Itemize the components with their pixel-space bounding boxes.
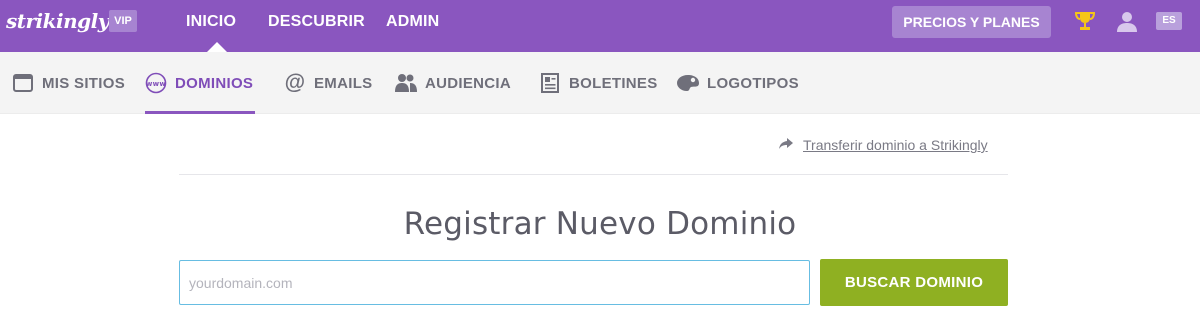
palette-icon <box>677 72 699 94</box>
tab-logotipos[interactable]: LOGOTIPOS <box>677 52 799 114</box>
people-icon <box>395 72 417 94</box>
browser-window-icon <box>12 72 34 94</box>
share-arrow-icon <box>779 137 793 153</box>
newsletter-icon <box>539 72 561 94</box>
tab-label: LOGOTIPOS <box>707 74 799 92</box>
tab-audiencia[interactable]: AUDIENCIA <box>395 52 511 114</box>
search-domain-button[interactable]: BUSCAR DOMINIO <box>820 259 1008 306</box>
active-nav-caret <box>207 42 227 52</box>
tab-label: EMAILS <box>314 74 373 92</box>
divider <box>179 174 1008 175</box>
tab-label: AUDIENCIA <box>425 74 512 92</box>
transfer-domain-link[interactable]: Transferir dominio a Strikingly <box>779 137 988 153</box>
top-bar: strikingly VIP INICIO DESCUBRIR ADMIN PR… <box>0 0 1200 52</box>
language-selector[interactable]: ES <box>1156 12 1182 30</box>
tab-emails[interactable]: @ EMAILS <box>284 52 373 114</box>
user-icon[interactable] <box>1116 10 1138 32</box>
active-tab-indicator <box>145 111 255 114</box>
page-title: Registrar Nuevo Dominio <box>403 206 797 242</box>
strikingly-logo[interactable]: strikingly <box>6 9 109 33</box>
nav-admin[interactable]: ADMIN <box>386 13 439 31</box>
tab-mis-sitios[interactable]: MIS SITIOS <box>12 52 125 114</box>
tab-dominios[interactable]: www DOMINIOS <box>145 52 253 114</box>
tab-label: DOMINIOS <box>175 74 254 92</box>
at-icon: @ <box>284 71 306 94</box>
transfer-link-text[interactable]: Transferir dominio a Strikingly <box>803 137 988 153</box>
tab-boletines[interactable]: BOLETINES <box>539 52 658 114</box>
trophy-icon[interactable] <box>1074 10 1096 32</box>
tab-label: MIS SITIOS <box>42 74 126 92</box>
nav-inicio[interactable]: INICIO <box>186 13 236 31</box>
pricing-button[interactable]: PRECIOS Y PLANES <box>892 6 1051 38</box>
svg-text:www: www <box>146 80 167 88</box>
www-icon: www <box>145 72 167 94</box>
tab-label: BOLETINES <box>569 74 658 92</box>
vip-badge: VIP <box>109 10 137 32</box>
sub-navigation: MIS SITIOS www DOMINIOS @ EMAILS AUDIENC… <box>0 52 1200 114</box>
nav-descubrir[interactable]: DESCUBRIR <box>268 13 365 31</box>
domain-search-input[interactable] <box>179 260 810 305</box>
